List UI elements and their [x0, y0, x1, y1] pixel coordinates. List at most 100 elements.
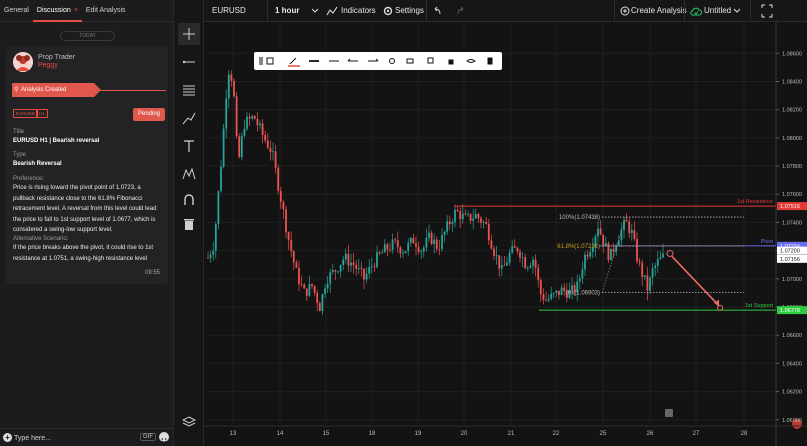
candle-body — [350, 262, 352, 266]
interval-chevron-icon[interactable] — [311, 0, 319, 22]
chevron-down-icon — [733, 8, 741, 13]
x-tick-label: 19 — [415, 431, 422, 437]
layout-name-button[interactable]: Untitled — [704, 0, 731, 22]
delete-drawings-tool[interactable] — [178, 213, 200, 235]
cloud-saved-icon — [690, 0, 702, 22]
indicators-button[interactable]: Indicators — [341, 0, 376, 22]
candle-body — [381, 252, 384, 254]
magnet-tool[interactable] — [178, 189, 200, 211]
candle-body — [625, 220, 628, 222]
candle-body — [513, 246, 516, 248]
layout-chevron-icon[interactable] — [733, 0, 741, 22]
fib-level-label: 61.8%(1.07233) — [557, 244, 600, 250]
candle-body — [519, 251, 521, 258]
avatar[interactable] — [13, 52, 33, 72]
candle-body — [272, 151, 274, 153]
create-analysis-button[interactable]: Create Analysis — [631, 0, 687, 22]
candle-body — [248, 116, 251, 119]
candle-body — [542, 294, 545, 301]
line-icon — [182, 60, 195, 64]
discussion-panel: General Discussion × Edit Analysis TODAY … — [0, 0, 174, 446]
tab-discussion[interactable]: Discussion × — [32, 0, 82, 22]
add-attachment-icon[interactable]: + — [3, 433, 12, 442]
layers-tool[interactable] — [178, 411, 200, 433]
create-analysis-icon[interactable] — [620, 0, 630, 22]
candle-body — [389, 249, 391, 251]
settings-gear-icon[interactable] — [382, 0, 394, 22]
author-name[interactable]: Peggy — [38, 62, 58, 69]
emoji-icon[interactable] — [159, 432, 169, 443]
plus-circle-icon — [620, 6, 630, 16]
crosshair-tool[interactable] — [178, 23, 200, 45]
arrow-start-handle[interactable] — [666, 249, 674, 257]
fib-level-label: 100%(1.07438) — [559, 215, 600, 221]
pen-tool[interactable] — [178, 107, 200, 129]
candle-body — [412, 237, 415, 244]
y-tick-label: 1.08400 — [782, 79, 802, 85]
text-icon — [184, 140, 194, 152]
candle-body — [508, 252, 511, 263]
pattern-tool[interactable] — [178, 163, 200, 185]
fibonacci-icon — [183, 85, 195, 96]
price-chart[interactable]: 1st Resistance Pivot 1st Support 100%(1.074… — [204, 22, 807, 446]
arrow-end-handle[interactable] — [717, 304, 723, 311]
status-banner: ⚲ Analysis Created — [12, 83, 101, 97]
pending-button[interactable]: Pending — [133, 108, 165, 121]
drawing-edit-toolbar[interactable] — [254, 52, 502, 70]
candle-body — [402, 253, 404, 254]
undo-button[interactable] — [432, 0, 442, 22]
x-tick-label: 15 — [323, 431, 330, 437]
candle-body — [373, 266, 376, 268]
author-role: Prop Trader — [38, 54, 75, 61]
candle-body — [235, 96, 238, 137]
y-tick-label: 1.06200 — [782, 390, 802, 396]
y-tick-label: 1.06000 — [782, 418, 802, 424]
type-label: Type — [13, 152, 27, 158]
candle-body — [641, 262, 644, 277]
title-label: Title — [13, 129, 25, 135]
fullscreen-button[interactable] — [761, 0, 773, 22]
forecast-arrow-line[interactable] — [671, 255, 719, 306]
screenshot-icon[interactable] — [665, 409, 673, 417]
candle-body — [456, 209, 459, 212]
fib-trend-line[interactable] — [601, 216, 627, 293]
today-divider: TODAY — [60, 31, 115, 41]
candle-body — [628, 221, 631, 234]
candle-body — [602, 234, 605, 246]
x-tick-label: 27 — [693, 431, 700, 437]
candle-body — [334, 270, 337, 272]
chart-canvas[interactable]: 1st Resistance Pivot 1st Support 100%(1.074… — [204, 22, 807, 446]
close-icon[interactable]: × — [74, 7, 78, 14]
trend-line-tool[interactable] — [178, 51, 200, 73]
candle-body — [552, 292, 555, 294]
indicators-icon[interactable] — [326, 0, 338, 22]
settings-button[interactable]: Settings — [395, 0, 424, 22]
pattern-icon — [182, 167, 196, 180]
redo-button[interactable] — [456, 0, 466, 22]
tab-general[interactable]: General — [0, 0, 33, 22]
y-tick-label: 1.08000 — [782, 136, 802, 142]
trash-icon[interactable] — [487, 57, 493, 65]
chart-drawings[interactable]: 1st Resistance Pivot 1st Support 100%(1.074… — [454, 199, 802, 429]
candle-body — [230, 74, 233, 81]
candle-body — [233, 80, 235, 97]
tab-edit-analysis[interactable]: Edit Analysis — [82, 0, 130, 22]
candle-body — [503, 264, 506, 266]
candle-body — [617, 240, 620, 247]
text-tool[interactable] — [178, 135, 200, 157]
chat-input[interactable] — [14, 432, 132, 444]
fib-tool[interactable] — [178, 79, 200, 101]
candle-body — [261, 123, 264, 135]
symbol-selector[interactable]: EURUSD — [212, 0, 246, 22]
candle-body — [500, 264, 503, 269]
candle-body — [360, 267, 363, 269]
tab-discussion-label: Discussion — [36, 6, 71, 14]
gif-button[interactable]: GIF — [140, 433, 156, 441]
candle-body — [654, 265, 657, 269]
interval-selector[interactable]: 1 hour — [275, 0, 299, 22]
candle-body — [415, 243, 417, 247]
candle-body — [251, 116, 254, 119]
lock-icon[interactable] — [448, 59, 454, 65]
cloud-check-icon — [690, 7, 702, 16]
candle-body — [420, 251, 423, 253]
